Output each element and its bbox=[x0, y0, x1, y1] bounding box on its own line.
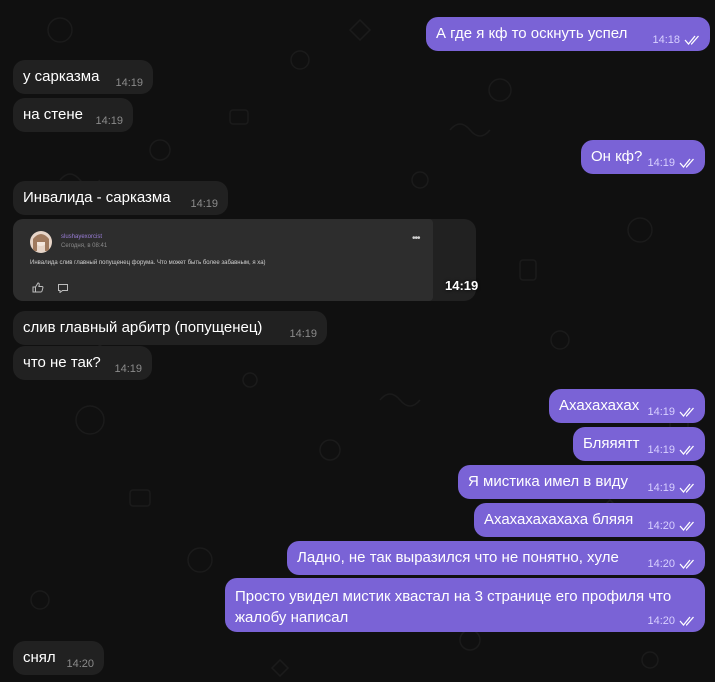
message-text: что не так? bbox=[23, 354, 101, 371]
message-text: Инвалида - сарказма bbox=[23, 189, 171, 206]
message-text: Ахахахахах bbox=[559, 397, 640, 414]
read-check-icon bbox=[684, 35, 699, 45]
message-time: 14:19 bbox=[647, 406, 675, 418]
message-text: снял bbox=[23, 649, 56, 666]
message-bubble-incoming[interactable]: на стене 14:19 bbox=[13, 98, 133, 132]
message-text: Бляяятт bbox=[583, 435, 640, 452]
message-bubble-incoming[interactable]: Инвалида - сарказма 14:19 bbox=[13, 181, 228, 215]
message-time: 14:19 bbox=[647, 444, 675, 456]
message-text: Я мистика имел в виду bbox=[468, 473, 629, 490]
message-bubble-outgoing[interactable]: Бляяятт 14:19 bbox=[573, 427, 705, 461]
post-text: Инвалида слив главный попущенец форума. … bbox=[30, 260, 266, 266]
message-time: 14:19 bbox=[190, 198, 218, 210]
message-time: 14:19 bbox=[289, 328, 317, 340]
message-time: 14:19 bbox=[647, 157, 675, 169]
read-check-icon bbox=[679, 445, 694, 455]
message-time: 14:20 bbox=[647, 615, 675, 627]
message-time: 14:19 bbox=[114, 363, 142, 375]
message-time: 14:18 bbox=[652, 34, 680, 46]
read-check-icon bbox=[679, 407, 694, 417]
message-bubble-incoming[interactable]: что не так? 14:19 bbox=[13, 346, 152, 380]
message-bubble-outgoing[interactable]: Ахахахахах 14:19 bbox=[549, 389, 705, 423]
message-text: на стене bbox=[23, 106, 83, 123]
message-bubble-outgoing[interactable]: Он кф? 14:19 bbox=[581, 140, 705, 174]
message-bubble-outgoing[interactable]: А где я кф то оскнуть успел 14:18 bbox=[426, 17, 710, 51]
message-time: 14:19 bbox=[445, 278, 479, 293]
message-text: слив главный арбитр (попущенец) bbox=[23, 319, 263, 336]
post-author: slushayexorcist bbox=[61, 234, 103, 240]
message-bubble-outgoing[interactable]: Я мистика имел в виду 14:19 bbox=[458, 465, 705, 499]
message-time: 14:20 bbox=[647, 520, 675, 532]
message-bubble-outgoing[interactable]: Ахахахахахаха бляяя 14:20 bbox=[474, 503, 705, 537]
author-avatar bbox=[30, 231, 52, 253]
message-text: Ахахахахахаха бляяя bbox=[484, 511, 634, 528]
message-text: Просто увидел мистик хвастал на 3 страни… bbox=[235, 588, 672, 626]
message-time: 14:19 bbox=[115, 77, 143, 89]
read-check-icon bbox=[679, 483, 694, 493]
message-bubble-incoming[interactable]: снял 14:20 bbox=[13, 641, 104, 675]
thumbs-up-icon bbox=[32, 282, 44, 293]
embedded-forum-post: slushayexorcist Сегодня, в 08:41 ••• Инв… bbox=[13, 219, 433, 301]
message-bubble-incoming[interactable]: у сарказма 14:19 bbox=[13, 60, 153, 94]
message-text: А где я кф то оскнуть успел bbox=[436, 25, 628, 42]
message-bubble-incoming[interactable]: слив главный арбитр (попущенец) 14:19 bbox=[13, 311, 327, 345]
comment-icon bbox=[58, 284, 68, 293]
read-check-icon bbox=[679, 559, 694, 569]
image-message-bubble[interactable]: slushayexorcist Сегодня, в 08:41 ••• Инв… bbox=[13, 219, 479, 301]
message-time: 14:19 bbox=[95, 115, 123, 127]
message-time: 14:19 bbox=[647, 482, 675, 494]
message-bubble-outgoing[interactable]: Просто увидел мистик хвастал на 3 страни… bbox=[225, 578, 705, 632]
read-check-icon bbox=[679, 521, 694, 531]
post-date: Сегодня, в 08:41 bbox=[61, 243, 108, 249]
message-text: Ладно, не так выразился что не понятно, … bbox=[297, 549, 619, 566]
message-bubble-outgoing[interactable]: Ладно, не так выразился что не понятно, … bbox=[287, 541, 705, 575]
read-check-icon bbox=[679, 158, 694, 168]
more-dots-icon: ••• bbox=[412, 233, 420, 244]
avatar-image bbox=[33, 234, 49, 251]
message-text: у сарказма bbox=[23, 68, 100, 85]
message-text: Он кф? bbox=[591, 148, 643, 165]
read-check-icon bbox=[679, 616, 694, 626]
message-time: 14:20 bbox=[66, 658, 94, 670]
message-time: 14:20 bbox=[647, 558, 675, 570]
